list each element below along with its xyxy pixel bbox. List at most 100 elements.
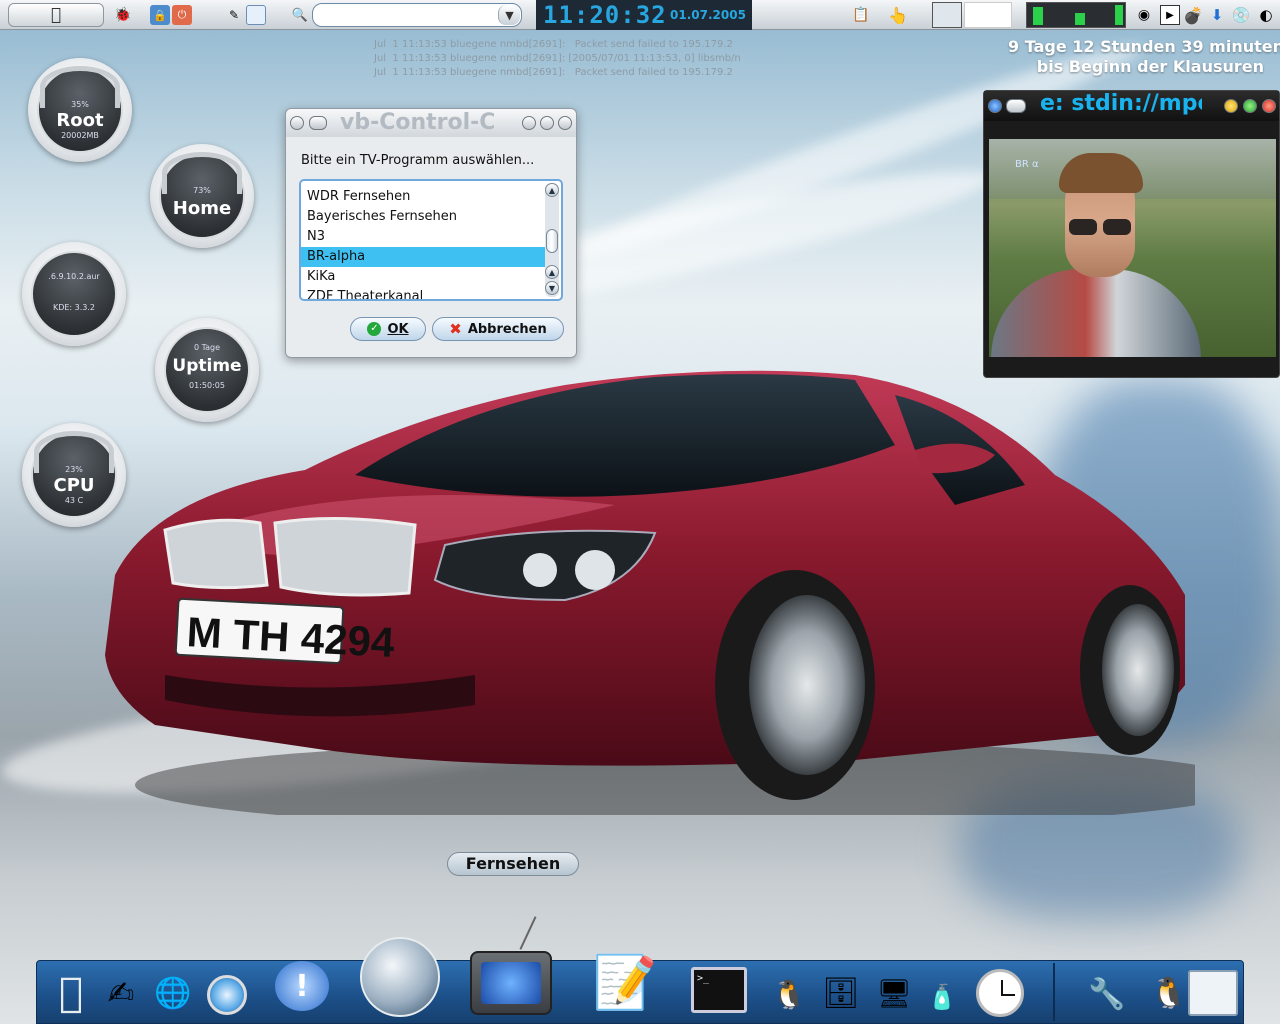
- rear-wheel-rim: [1102, 604, 1174, 736]
- dock-item-label: Fernsehen: [447, 852, 579, 876]
- channel-item[interactable]: KiKa: [305, 267, 543, 287]
- countdown-line2: bis Beginn der Klausuren: [1036, 57, 1264, 76]
- kernel-version: .6.9.10.2.aur: [48, 272, 100, 281]
- apple-icon: : [51, 5, 61, 25]
- channel-item[interactable]: ZDF Theaterkanal: [305, 287, 543, 299]
- net-bar: [1115, 5, 1123, 25]
- window-menu-icon[interactable]: [988, 99, 1002, 113]
- apple-icon[interactable]: : [49, 967, 93, 1019]
- headlight-ring: [575, 550, 615, 590]
- top-panel:  🐞 🔒 ⏻ ✎ 🔍 ▼ 11:20:32 01.07.2005 📋 👆 ◉ …: [0, 0, 1280, 30]
- penguin-icon[interactable]: 🐧: [765, 971, 813, 1017]
- root-disk-gauge: 35% Root 20002MB: [28, 58, 132, 162]
- channel-list-scrollbar[interactable]: ▲ ▲ ▼: [545, 183, 559, 297]
- system-monitor-graph: [1026, 2, 1126, 28]
- channel-list[interactable]: WDR Fernsehen Bayerisches Fernsehen N3 B…: [299, 179, 563, 301]
- clock-icon[interactable]: [971, 967, 1029, 1019]
- bomb-icon[interactable]: 💣: [1183, 5, 1203, 25]
- video-player-window: e: stdin://mpe BR α: [983, 90, 1280, 378]
- check-icon: ✓: [367, 322, 382, 336]
- clipboard-icon[interactable]: 📋: [851, 5, 871, 25]
- terminal-icon[interactable]: >_: [689, 963, 749, 1017]
- cancel-x-icon: ✖: [449, 320, 462, 338]
- window-list-icon[interactable]: [1185, 967, 1241, 1019]
- document-icon[interactable]: 📝: [587, 945, 663, 1019]
- minimize-icon[interactable]: [1224, 99, 1238, 113]
- mail-monitor[interactable]: [932, 2, 962, 28]
- kde-version-gauge: .6.9.10.2.aur KDE: 3.3.2: [22, 242, 126, 346]
- syslog-line: Jul 1 11:13:53 bluegene nmbd[2691]: Pack…: [374, 39, 733, 50]
- apple-menu-button[interactable]: : [8, 3, 104, 27]
- person-sweater: [991, 269, 1201, 357]
- channel-item[interactable]: N3: [305, 227, 543, 247]
- channel-item-selected[interactable]: BR-alpha: [301, 247, 545, 267]
- messenger-icon[interactable]: !: [269, 949, 335, 1023]
- cancel-button[interactable]: ✖ Abbrechen: [432, 317, 564, 341]
- dialog-title: vb-Control-C: [340, 110, 496, 135]
- filer-icon[interactable]: 🗄: [817, 969, 865, 1017]
- channel-item[interactable]: Bayerisches Fernsehen: [305, 207, 543, 227]
- sticky-icon[interactable]: [309, 116, 327, 130]
- minimize-icon[interactable]: [522, 116, 536, 130]
- display-icon[interactable]: ◐: [1256, 5, 1276, 25]
- bottle-icon[interactable]: 🧴: [927, 975, 957, 1019]
- cancel-button-label: Abbrechen: [467, 321, 547, 337]
- car-grille-right: [273, 516, 417, 597]
- network-folder-icon[interactable]: 🌐: [151, 971, 195, 1015]
- close-icon[interactable]: [1262, 99, 1276, 113]
- window-menu-icon[interactable]: [290, 116, 304, 130]
- scroll-up-icon[interactable]: ▲: [545, 183, 559, 197]
- browser-icon[interactable]: [203, 969, 251, 1021]
- channel-item[interactable]: WDR Fernsehen: [305, 187, 543, 207]
- tv-icon[interactable]: [467, 916, 555, 1023]
- kde-version: KDE: 3.3.2: [52, 303, 96, 312]
- media-player-icon[interactable]: ▶: [1160, 5, 1180, 25]
- ok-button[interactable]: ✓ OK: [350, 317, 426, 341]
- scroll-down-icon[interactable]: ▼: [545, 281, 559, 295]
- root-label: Root: [56, 110, 104, 131]
- headlight-ring: [523, 553, 557, 587]
- wolf-icon[interactable]: [359, 935, 441, 1019]
- person-hair: [1059, 153, 1143, 193]
- blank-applet: [964, 2, 1012, 28]
- clock-time: 11:20:32: [543, 1, 667, 29]
- dialog-prompt: Bitte ein TV-Programm auswählen...: [301, 153, 535, 168]
- network-settings-icon[interactable]: 🔧: [1081, 969, 1133, 1019]
- video-titlebar[interactable]: e: stdin://mpe: [984, 91, 1279, 121]
- syslog-line: Jul 1 11:13:53 bluegene nmbd[2691]: Pack…: [374, 67, 733, 78]
- video-frame[interactable]: BR α: [989, 139, 1276, 357]
- desktop-icon[interactable]: [246, 5, 266, 25]
- car-wallpaper: M TH 4294: [105, 370, 1195, 815]
- scroll-up-icon[interactable]: ▲: [545, 265, 559, 279]
- maximize-icon[interactable]: [540, 116, 554, 130]
- remote-desktop-icon[interactable]: 🖥: [869, 969, 919, 1017]
- sticky-icon[interactable]: [1006, 99, 1026, 113]
- search-input[interactable]: ▼: [312, 3, 522, 27]
- syslog-line: Jul 1 11:13:53 bluegene nmbd[2691]: [200…: [374, 53, 741, 64]
- run-command-icon[interactable]: ✎: [224, 5, 244, 25]
- speaker-icon[interactable]: ◉: [1134, 5, 1154, 25]
- editor-icon[interactable]: ✍: [99, 969, 143, 1017]
- cd-icon[interactable]: 💿: [1231, 5, 1251, 25]
- download-icon[interactable]: ⬇: [1207, 5, 1227, 25]
- dialog-titlebar[interactable]: vb-Control-C: [286, 109, 576, 137]
- lock-icon[interactable]: 🔒: [150, 5, 170, 25]
- tv-channel-dialog: vb-Control-C Bitte ein TV-Programm auswä…: [285, 108, 577, 358]
- home-label: Home: [172, 198, 232, 219]
- close-icon[interactable]: [558, 116, 572, 130]
- sunglasses-right: [1103, 219, 1131, 235]
- maximize-icon[interactable]: [1243, 99, 1257, 113]
- sunglasses-left: [1069, 219, 1097, 235]
- network-icon[interactable]: 👆: [888, 5, 908, 25]
- uptime-days: 0 Tage: [193, 343, 221, 352]
- clock-date: 01.07.2005: [670, 8, 746, 22]
- countdown-line1: 9 Tage 12 Stunden 39 minuten: [1008, 37, 1280, 56]
- root-percent: 35%: [71, 100, 89, 109]
- search-dropdown-icon[interactable]: ▼: [498, 5, 520, 25]
- scroll-thumb[interactable]: [546, 229, 558, 253]
- dock-separator: [1053, 963, 1055, 1021]
- logout-icon[interactable]: ⏻: [172, 5, 192, 25]
- kmenu-icon[interactable]: 🐞: [113, 5, 133, 25]
- channel-logo: BR α: [1015, 159, 1039, 170]
- car-grille-left: [163, 518, 269, 590]
